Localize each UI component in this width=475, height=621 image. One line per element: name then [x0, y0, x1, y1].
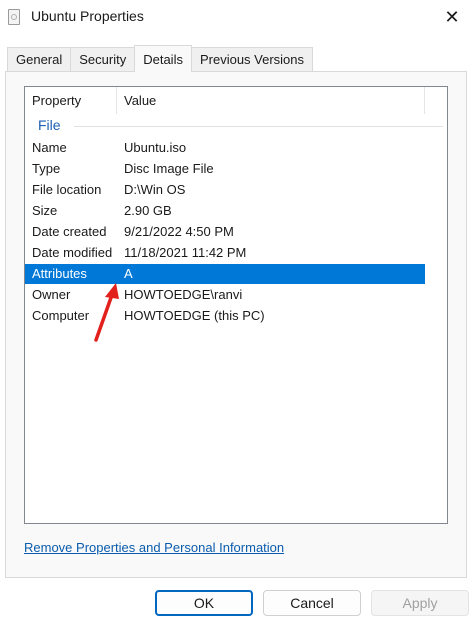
group-divider — [74, 126, 443, 127]
property-value: Disc Image File — [124, 161, 214, 176]
property-value: HOWTOEDGE\ranvi — [124, 287, 243, 302]
column-header-value[interactable]: Value — [117, 87, 425, 114]
property-value: A — [124, 266, 133, 281]
remove-properties-link[interactable]: Remove Properties and Personal Informati… — [24, 540, 284, 555]
property-name: File location — [32, 182, 102, 197]
apply-button[interactable]: Apply — [371, 590, 469, 616]
details-list[interactable]: Property Value File Name Ubuntu.iso Type… — [24, 86, 448, 524]
list-item[interactable]: Computer HOWTOEDGE (this PC) — [25, 306, 425, 326]
list-header: Property Value — [25, 87, 425, 114]
annotation-arrow-icon — [94, 283, 119, 342]
tab-details[interactable]: Details — [134, 45, 192, 72]
group-header-file[interactable]: File — [38, 117, 443, 135]
property-value: Ubuntu.iso — [124, 140, 187, 155]
list-item[interactable]: Type Disc Image File — [25, 159, 425, 179]
property-value: 2.90 GB — [124, 203, 172, 218]
property-name: Attributes — [32, 266, 87, 281]
window-title: Ubuntu Properties — [31, 8, 144, 24]
tab-strip: General Security Details Previous Versio… — [7, 45, 314, 72]
list-item[interactable]: Date modified 11/18/2021 11:42 PM — [25, 243, 425, 263]
cancel-button[interactable]: Cancel — [263, 590, 361, 616]
property-name: Name — [32, 140, 67, 155]
list-item[interactable]: Name Ubuntu.iso — [25, 138, 425, 158]
property-value: 9/21/2022 4:50 PM — [124, 224, 234, 239]
file-icon — [8, 9, 20, 25]
tab-general[interactable]: General — [7, 47, 72, 71]
list-item[interactable]: Size 2.90 GB — [25, 201, 425, 221]
close-icon: ✕ — [444, 6, 460, 27]
tab-previous-versions[interactable]: Previous Versions — [190, 47, 314, 71]
property-name: Computer — [32, 308, 90, 323]
property-name: Size — [32, 203, 58, 218]
list-item[interactable]: File location D:\Win OS — [25, 180, 425, 200]
group-label: File — [38, 117, 61, 133]
property-name: Type — [32, 161, 61, 176]
column-header-property[interactable]: Property — [25, 87, 117, 114]
property-name: Owner — [32, 287, 71, 302]
property-value: HOWTOEDGE (this PC) — [124, 308, 265, 323]
list-item-selected[interactable]: Attributes A — [25, 264, 425, 284]
property-value: 11/18/2021 11:42 PM — [124, 245, 247, 260]
property-value: D:\Win OS — [124, 182, 186, 197]
title-bar: Ubuntu Properties ✕ — [0, 0, 475, 34]
ok-button[interactable]: OK — [155, 590, 253, 616]
tab-security[interactable]: Security — [70, 47, 136, 71]
list-item[interactable]: Owner HOWTOEDGE\ranvi — [25, 285, 425, 305]
property-name: Date modified — [32, 245, 113, 260]
list-item[interactable]: Date created 9/21/2022 4:50 PM — [25, 222, 425, 242]
close-button[interactable]: ✕ — [429, 0, 475, 34]
property-name: Date created — [32, 224, 107, 239]
